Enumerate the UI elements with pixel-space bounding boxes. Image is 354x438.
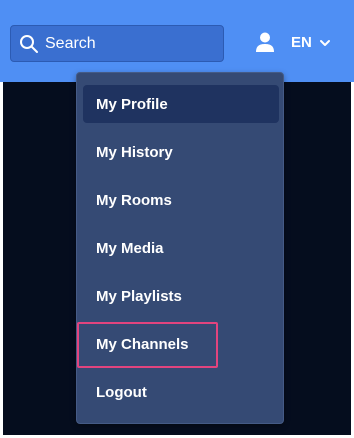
- user-dropdown-menu: My Profile My History My Rooms My Media …: [76, 72, 284, 424]
- menu-item-label: My Media: [96, 239, 164, 257]
- menu-item-label: My History: [96, 143, 173, 161]
- search-placeholder: Search: [45, 34, 96, 52]
- search-box[interactable]: Search: [10, 25, 224, 62]
- menu-item-my-profile[interactable]: My Profile: [83, 85, 279, 123]
- language-selector[interactable]: EN: [291, 32, 331, 52]
- search-icon: [19, 34, 39, 54]
- menu-item-label: My Channels: [96, 335, 189, 353]
- menu-item-label: Logout: [96, 383, 147, 401]
- language-label: EN: [291, 33, 312, 51]
- menu-item-my-media[interactable]: My Media: [83, 229, 279, 267]
- menu-item-my-channels[interactable]: My Channels: [83, 325, 279, 363]
- app-frame: Search EN My Profile My History My Rooms…: [0, 0, 354, 438]
- menu-item-my-history[interactable]: My History: [83, 133, 279, 171]
- user-menu-button[interactable]: [254, 31, 276, 53]
- menu-item-label: My Profile: [96, 95, 168, 113]
- menu-item-label: My Playlists: [96, 287, 182, 305]
- chevron-down-icon: [319, 36, 331, 48]
- user-icon: [256, 32, 274, 52]
- menu-item-my-playlists[interactable]: My Playlists: [83, 277, 279, 315]
- menu-item-my-rooms[interactable]: My Rooms: [83, 181, 279, 219]
- menu-item-label: My Rooms: [96, 191, 172, 209]
- top-navigation-bar: Search EN: [0, 0, 354, 82]
- menu-item-logout[interactable]: Logout: [83, 373, 279, 411]
